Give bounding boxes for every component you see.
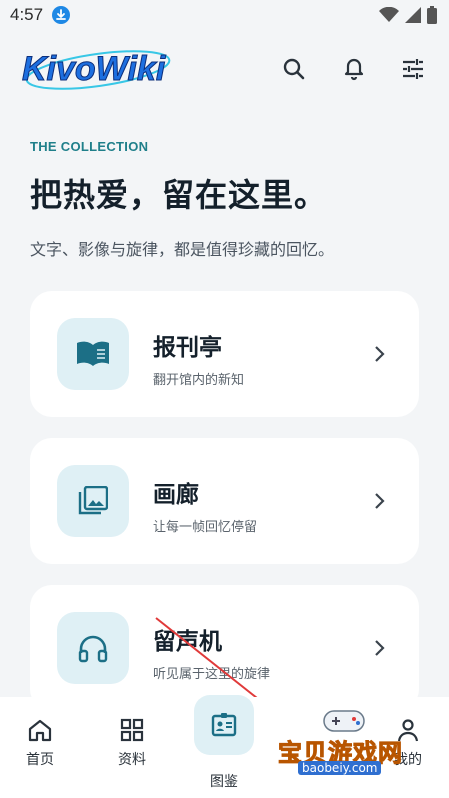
card-icon-tile	[57, 612, 129, 684]
nav-label: 资料	[118, 752, 146, 768]
card-title: 报刊亭	[153, 335, 222, 361]
home-icon	[28, 719, 52, 742]
svg-text:KivoWiki: KivoWiki	[22, 50, 167, 88]
nav-item-codex[interactable]	[194, 695, 254, 755]
card-icon-tile	[57, 465, 129, 537]
gamepad-icon	[323, 710, 365, 732]
sliders-icon	[403, 59, 423, 79]
nav-item-home[interactable]: 首页	[10, 715, 70, 769]
grid-icon	[120, 718, 144, 742]
section-eyebrow: THE COLLECTION	[30, 139, 149, 154]
download-icon	[52, 6, 70, 24]
nav-item-resources[interactable]: 资料	[102, 715, 162, 769]
card-description: 翻开馆内的新知	[153, 373, 245, 388]
chevron-right-icon	[375, 493, 385, 509]
status-bar: 4:57	[0, 0, 449, 32]
search-button[interactable]	[279, 54, 309, 84]
app-header: KivoWiki	[0, 40, 449, 100]
card-icon-tile	[57, 318, 129, 390]
watermark-url: baobeiy.com	[298, 761, 382, 775]
card-gallery[interactable]: 画廊 让每一帧回忆停留	[30, 438, 419, 564]
battery-icon	[427, 6, 437, 24]
filter-settings-button[interactable]	[398, 54, 428, 84]
chevron-right-icon	[375, 346, 385, 362]
page-subtitle: 文字、影像与旋律，都是值得珍藏的回忆。	[30, 240, 335, 259]
watermark: 宝贝游戏网 baobeiy.com	[272, 705, 422, 785]
card-description: 让每一帧回忆停留	[153, 520, 258, 535]
bell-icon	[344, 58, 364, 81]
gallery-icon	[78, 486, 108, 515]
book-icon	[77, 341, 109, 366]
card-newsstand[interactable]: 报刊亭 翻开馆内的新知	[30, 291, 419, 417]
nav-label: 首页	[26, 752, 54, 768]
id-card-icon	[211, 713, 237, 737]
signal-icon	[405, 7, 421, 23]
nav-label: 图鉴	[210, 774, 238, 790]
wifi-icon	[379, 7, 399, 22]
headphones-icon	[78, 635, 108, 663]
chevron-right-icon	[375, 640, 385, 656]
card-title: 画廊	[153, 482, 199, 508]
search-icon	[283, 58, 305, 80]
status-time: 4:57	[10, 5, 44, 24]
notifications-button[interactable]	[339, 54, 369, 84]
kivowiki-logo[interactable]: KivoWiki	[20, 42, 190, 96]
page-title: 把热爱，留在这里。	[30, 176, 328, 214]
